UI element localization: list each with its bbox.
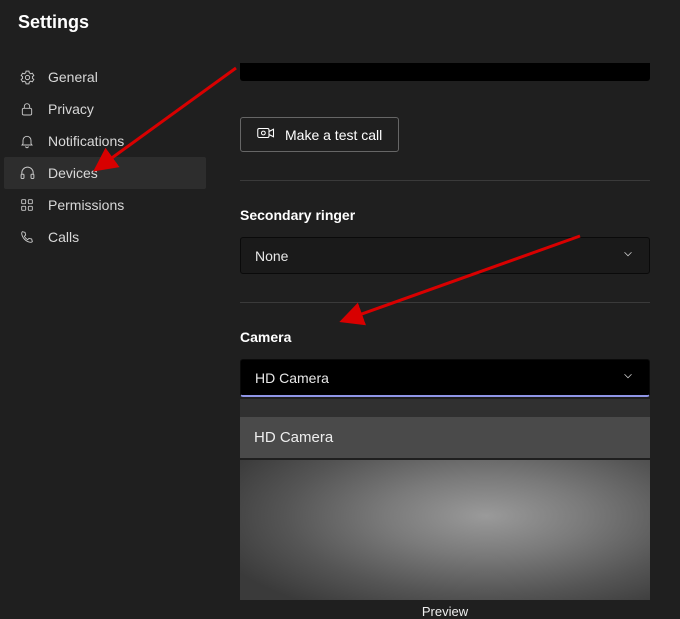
preview-image <box>240 460 650 600</box>
preview-label: Preview <box>240 600 650 619</box>
camera-option[interactable]: HD Camera <box>240 417 650 458</box>
camera-preview: Preview <box>240 460 650 619</box>
sidebar: General Privacy Notifications Devices <box>0 41 210 619</box>
make-test-call-button[interactable]: Make a test call <box>240 117 399 152</box>
headset-icon <box>18 164 36 182</box>
bell-icon <box>18 132 36 150</box>
sidebar-item-general[interactable]: General <box>4 61 206 93</box>
content-pane: Make a test call Secondary ringer None C… <box>210 41 680 619</box>
secondary-ringer-select[interactable]: None <box>240 237 650 274</box>
sidebar-item-notifications[interactable]: Notifications <box>4 125 206 157</box>
divider <box>240 302 650 303</box>
gear-icon <box>18 68 36 86</box>
sidebar-item-label: Calls <box>48 229 79 245</box>
sidebar-item-label: Privacy <box>48 101 94 117</box>
phone-icon <box>18 228 36 246</box>
sidebar-item-label: General <box>48 69 98 85</box>
page-title: Settings <box>0 0 680 41</box>
select-value: HD Camera <box>255 370 329 386</box>
sidebar-item-devices[interactable]: Devices <box>4 157 206 189</box>
lock-icon <box>18 100 36 118</box>
sidebar-item-calls[interactable]: Calls <box>4 221 206 253</box>
secondary-ringer-label: Secondary ringer <box>240 207 660 223</box>
dropdown-spacer <box>240 399 650 417</box>
apps-icon <box>18 196 36 214</box>
sidebar-item-permissions[interactable]: Permissions <box>4 189 206 221</box>
sidebar-item-label: Notifications <box>48 133 124 149</box>
sidebar-item-label: Permissions <box>48 197 124 213</box>
sidebar-item-privacy[interactable]: Privacy <box>4 93 206 125</box>
camera-select[interactable]: HD Camera <box>240 359 650 397</box>
chevron-down-icon <box>621 247 635 264</box>
sidebar-item-label: Devices <box>48 165 98 181</box>
partial-select-above[interactable] <box>240 63 650 81</box>
chevron-down-icon <box>621 369 635 386</box>
button-label: Make a test call <box>285 127 382 143</box>
test-call-icon <box>257 126 275 143</box>
camera-label: Camera <box>240 329 660 345</box>
divider <box>240 180 650 181</box>
select-value: None <box>255 248 288 264</box>
camera-dropdown: HD Camera <box>240 399 650 458</box>
